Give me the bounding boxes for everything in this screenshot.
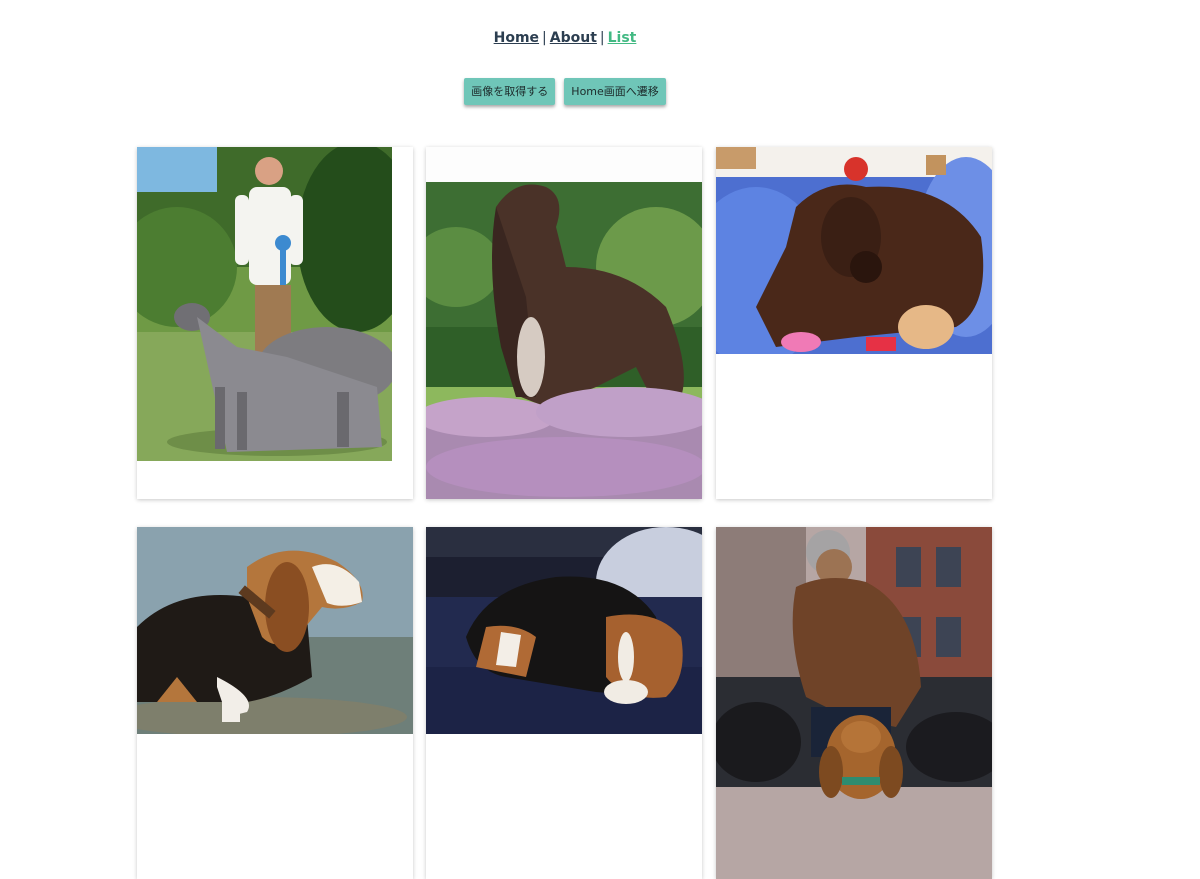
dog-image[interactable]: [426, 527, 702, 734]
nav-separator: |: [599, 30, 605, 46]
dog-card[interactable]: [716, 527, 992, 879]
go-home-button[interactable]: Home画面へ遷移: [564, 78, 666, 105]
dog-card[interactable]: [426, 527, 702, 879]
dog-image[interactable]: [137, 527, 413, 734]
nav-separator: |: [542, 30, 547, 46]
dog-card[interactable]: [137, 147, 413, 499]
action-bar: 画像を取得する Home画面へ遷移: [0, 78, 1130, 105]
dog-card[interactable]: [137, 527, 413, 879]
dog-card[interactable]: [716, 147, 992, 499]
top-nav: Home | About | List: [0, 30, 1130, 46]
dog-image[interactable]: [716, 147, 992, 354]
dog-image[interactable]: [716, 527, 992, 879]
fetch-images-button[interactable]: 画像を取得する: [464, 78, 556, 105]
dog-card[interactable]: [426, 147, 702, 499]
dog-image[interactable]: [137, 147, 392, 461]
nav-about-link[interactable]: About: [550, 30, 597, 46]
nav-home-link[interactable]: Home: [494, 30, 539, 46]
nav-list-link[interactable]: List: [608, 30, 637, 46]
dog-image[interactable]: [426, 147, 702, 499]
